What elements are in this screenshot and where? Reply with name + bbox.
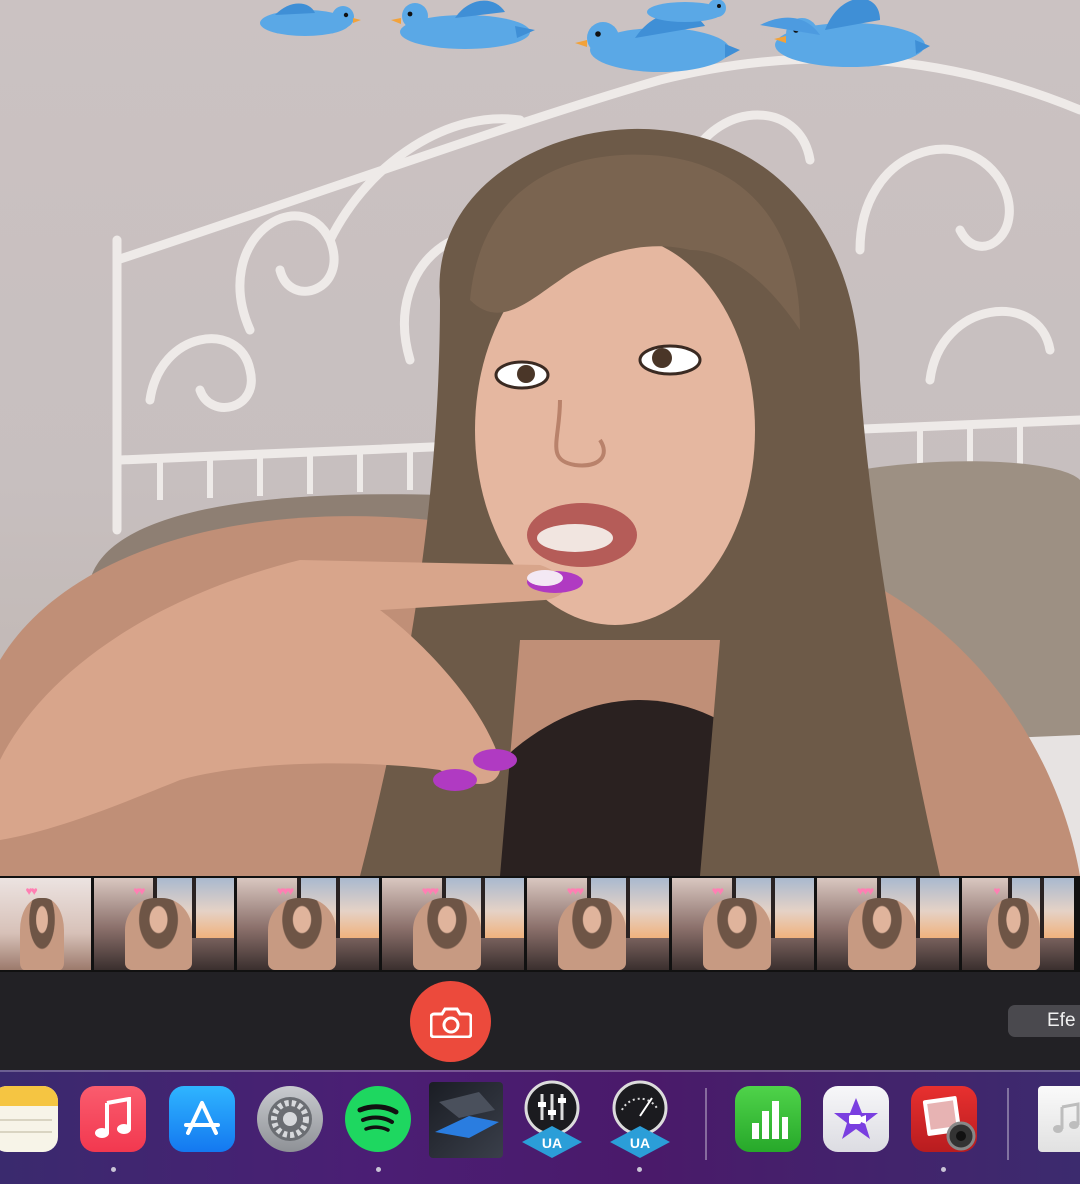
thumbnail-subject — [703, 898, 772, 970]
hearts-icon: ♥♥♥ — [856, 883, 874, 898]
thumbnail[interactable]: ♥♥♥ — [817, 878, 959, 970]
music-file-icon — [1053, 1102, 1080, 1133]
thumbnail-subject — [848, 898, 917, 970]
dock-separator — [1007, 1088, 1009, 1160]
thumbnail-subject — [268, 898, 337, 970]
numbers-icon — [752, 1101, 788, 1139]
svg-text:UA: UA — [630, 1135, 650, 1151]
music-icon — [95, 1097, 131, 1138]
nail-1-tip — [527, 570, 563, 586]
imovie-icon — [834, 1098, 878, 1139]
dock-app-system-preferences[interactable] — [257, 1086, 323, 1152]
thumbnail-subject — [986, 898, 1041, 970]
dark-app-icon — [435, 1092, 499, 1138]
nail-3 — [433, 769, 477, 791]
bird-4 — [647, 0, 726, 22]
bird-1 — [260, 3, 361, 36]
take-photo-button[interactable] — [410, 981, 491, 1062]
dock: UA UA — [0, 1070, 1080, 1184]
uad-console-icon: UA — [522, 1080, 582, 1158]
dock-app-uad-meter[interactable]: UA — [608, 1080, 672, 1160]
dock-app-numbers[interactable] — [735, 1086, 801, 1152]
bird-2 — [391, 0, 535, 49]
dock-app-spotify[interactable] — [345, 1086, 411, 1152]
thumbnail[interactable]: ♥♥♥ — [237, 878, 379, 970]
dock-app-dark-app[interactable] — [429, 1082, 503, 1158]
uad-meter-icon: UA — [610, 1080, 670, 1158]
thumbnail[interactable]: ♥♥ — [94, 878, 234, 970]
dock-separator — [705, 1088, 707, 1160]
preview-scene — [0, 0, 1080, 876]
teeth — [537, 524, 613, 552]
hearts-icon: ♥♥ — [711, 883, 724, 898]
app-store-icon — [184, 1101, 220, 1135]
effects-button[interactable]: Efe — [1008, 1005, 1080, 1037]
dock-app-music-file[interactable] — [1038, 1086, 1080, 1152]
notes-icon — [0, 1086, 58, 1133]
dock-app-notes[interactable] — [0, 1086, 58, 1152]
pupil-right — [652, 348, 672, 368]
hearts-icon: ♥♥ — [133, 883, 145, 898]
thumbnail[interactable]: ♥♥ — [0, 878, 91, 970]
thumbnail-subject — [558, 898, 627, 970]
hearts-icon: ♥♥ — [25, 883, 37, 898]
dock-app-app-store[interactable] — [169, 1086, 235, 1152]
svg-text:UA: UA — [542, 1135, 562, 1151]
thumbnail-subject — [413, 898, 482, 970]
spotify-icon — [357, 1104, 399, 1132]
thumbnail[interactable]: ♥♥♥ — [382, 878, 524, 970]
thumbnail[interactable]: ♥♥ — [672, 878, 814, 970]
hearts-icon: ♥ — [993, 883, 1000, 898]
bird-3 — [575, 12, 740, 72]
control-bar: Efe — [0, 972, 1080, 1070]
running-indicator — [111, 1167, 116, 1172]
hearts-icon: ♥♥♥ — [276, 883, 294, 898]
hearts-icon: ♥♥♥ — [566, 883, 584, 898]
photo-thumbnail-strip: ♥♥ ♥♥ ♥♥♥ ♥♥♥ ♥♥♥ ♥♥ ♥♥♥ ♥ — [0, 876, 1080, 972]
gear-icon — [268, 1097, 312, 1141]
hearts-icon: ♥♥♥ — [421, 883, 439, 898]
dock-app-imovie[interactable] — [823, 1086, 889, 1152]
thumbnail-subject — [124, 898, 192, 970]
thumbnail[interactable]: ♥♥♥ — [527, 878, 669, 970]
nail-2 — [473, 749, 517, 771]
camera-icon — [429, 1007, 472, 1038]
running-indicator — [941, 1167, 946, 1172]
thumbnail-subject — [20, 898, 64, 970]
dock-app-music[interactable] — [80, 1086, 146, 1152]
pupil-left — [517, 365, 535, 383]
bird-effect — [260, 0, 930, 72]
dock-app-uad-console[interactable]: UA — [520, 1080, 584, 1160]
thumbnail[interactable]: ♥ — [962, 878, 1074, 970]
photo-booth-icon — [922, 1096, 976, 1151]
camera-preview — [0, 0, 1080, 876]
running-indicator — [376, 1167, 381, 1172]
dock-app-photo-booth[interactable] — [911, 1086, 977, 1152]
running-indicator — [637, 1167, 642, 1172]
